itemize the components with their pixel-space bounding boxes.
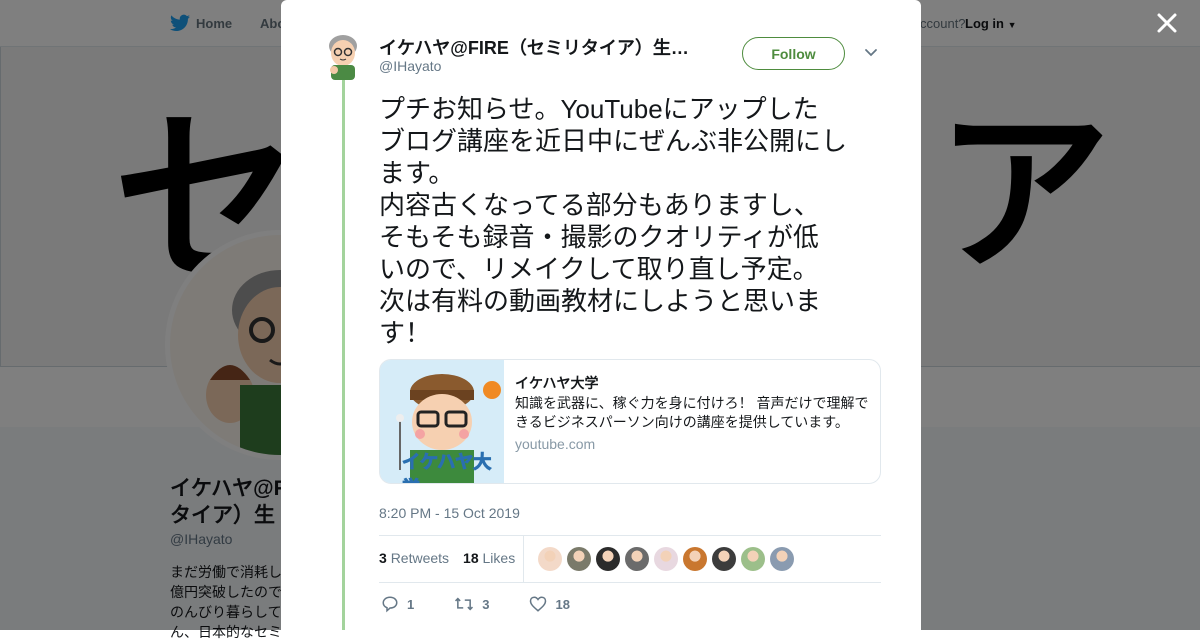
like-count: 18 xyxy=(555,596,570,612)
retweets-label: Retweets xyxy=(390,550,450,566)
author-name[interactable]: イケハヤ@FIRE（セミリタイア）生… xyxy=(379,34,689,60)
tweet-line: ます。 xyxy=(379,158,455,188)
liker-avatar[interactable] xyxy=(683,547,707,571)
retweets-stat[interactable]: 3 Retweets xyxy=(379,550,449,566)
card-title: イケハヤ大学 xyxy=(515,375,599,391)
tweet-stats: 3 Retweets 18 Likes xyxy=(379,550,515,566)
link-card[interactable]: イケハヤ大学 イケハヤ大学 知識を武器に、稼ぐ力を身に付けろ！ 音声だけで理解で… xyxy=(379,359,881,484)
like-button[interactable]: 18 xyxy=(529,595,570,613)
card-domain: youtube.com xyxy=(515,436,596,452)
likes-label: Likes xyxy=(482,550,516,566)
reply-icon xyxy=(382,596,398,613)
stat-divider xyxy=(523,536,524,582)
card-description: 知識を武器に、稼ぐ力を身に付けろ！ 音声だけで理解できるビジネスパーソン向けの講… xyxy=(515,395,869,430)
author-handle[interactable]: @IHayato xyxy=(379,58,441,74)
tweet-modal: イケハヤ@FIRE（セミリタイア）生… @IHayato Follow プチお知… xyxy=(281,0,921,630)
liker-avatars xyxy=(538,547,794,571)
author-avatar[interactable] xyxy=(325,34,361,80)
tweet-line: 次は有料の動画教材にしようと思いま xyxy=(379,286,822,316)
tweet-line: そもそも録音・撮影のクオリティが低 xyxy=(379,222,819,252)
retweets-count: 3 xyxy=(379,550,387,566)
liker-avatar[interactable] xyxy=(538,547,562,571)
close-icon[interactable] xyxy=(1152,8,1182,38)
liker-avatar[interactable] xyxy=(654,547,678,571)
liker-avatar[interactable] xyxy=(625,547,649,571)
tweet-timestamp[interactable]: 8:20 PM - 15 Oct 2019 xyxy=(379,505,520,521)
tweet-actions: 1 3 18 xyxy=(381,595,610,613)
retweet-icon xyxy=(455,597,474,611)
liker-avatar[interactable] xyxy=(567,547,591,571)
divider xyxy=(379,535,881,536)
thread-line xyxy=(342,80,345,630)
likes-count: 18 xyxy=(463,550,479,566)
liker-avatar[interactable] xyxy=(770,547,794,571)
tweet-text: プチお知らせ。YouTubeにアップした ブログ講座を近日中にぜんぶ非公開にし … xyxy=(379,93,889,349)
chevron-down-icon[interactable] xyxy=(864,48,878,58)
reply-count: 1 xyxy=(407,596,415,612)
tweet-line: プチお知らせ。YouTubeにアップした xyxy=(379,94,819,124)
heart-icon xyxy=(530,596,547,612)
reply-button[interactable]: 1 xyxy=(381,595,414,613)
likes-stat[interactable]: 18 Likes xyxy=(463,550,515,566)
tweet-line: す！ xyxy=(379,318,432,348)
card-thumbnail: イケハヤ大学 xyxy=(380,360,504,484)
liker-avatar[interactable] xyxy=(596,547,620,571)
retweet-count: 3 xyxy=(482,596,490,612)
card-image-caption: イケハヤ大学 xyxy=(402,452,492,484)
follow-button[interactable]: Follow xyxy=(742,37,845,70)
retweet-button[interactable]: 3 xyxy=(454,595,489,613)
tweet-line: いので、リメイクして取り直し予定。 xyxy=(379,254,819,284)
liker-avatar[interactable] xyxy=(712,547,736,571)
tweet-line: 内容古くなってる部分もありますし、 xyxy=(379,190,820,220)
liker-avatar[interactable] xyxy=(741,547,765,571)
divider xyxy=(379,582,881,583)
tweet-line: ブログ講座を近日中にぜんぶ非公開にし xyxy=(379,126,848,156)
